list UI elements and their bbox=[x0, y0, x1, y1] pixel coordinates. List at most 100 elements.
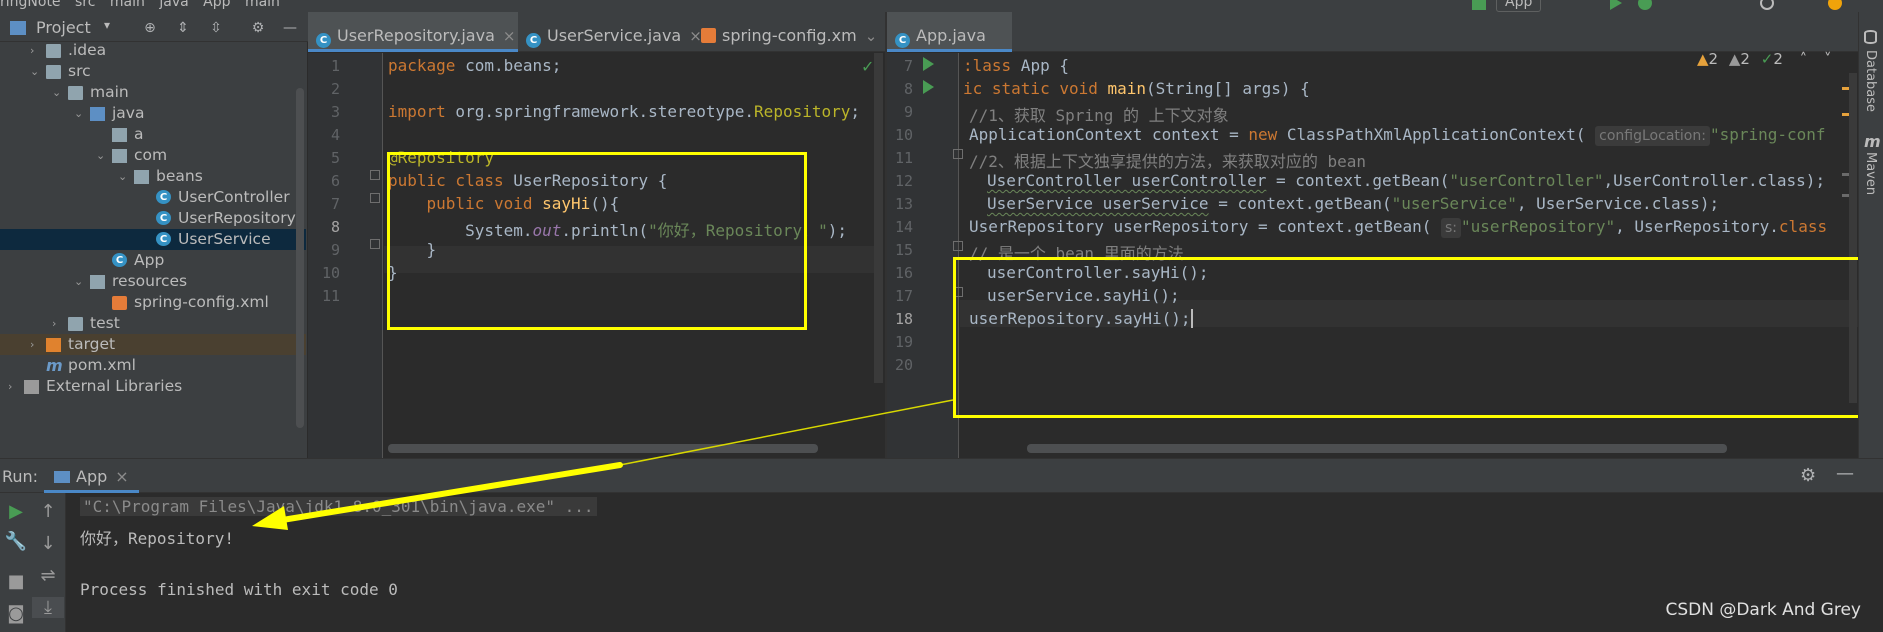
tree-item[interactable]: › test bbox=[0, 313, 306, 334]
chevron-down-icon[interactable]: ▾ bbox=[104, 18, 110, 32]
run-tab-label: App bbox=[76, 467, 108, 486]
chevron-down-icon[interactable]: ⌄ bbox=[74, 103, 83, 124]
tree-item[interactable]: ⌄ resources bbox=[0, 271, 306, 292]
class-icon: C bbox=[526, 33, 541, 48]
tree-item[interactable]: C UserController bbox=[0, 187, 306, 208]
horizontal-scrollbar[interactable] bbox=[388, 444, 818, 453]
tree-item-label: src bbox=[68, 62, 91, 80]
run-toolbar: ▶ 🔧 ■ ◙ bbox=[0, 493, 32, 632]
tree-item[interactable]: › target bbox=[0, 334, 306, 355]
chevron-down-icon[interactable]: ⌄ bbox=[30, 61, 39, 82]
debug-icon[interactable] bbox=[1638, 0, 1652, 10]
code-line: import org.springframework.stereotype.Re… bbox=[388, 102, 861, 121]
tree-item[interactable]: ⌄ beans bbox=[0, 166, 306, 187]
vertical-scrollbar[interactable] bbox=[874, 53, 883, 383]
search-icon[interactable] bbox=[1760, 0, 1774, 10]
close-icon[interactable]: × bbox=[503, 27, 516, 45]
breadcrumb-item[interactable]: main bbox=[245, 0, 280, 10]
fold-icon[interactable] bbox=[370, 193, 380, 203]
chevron-right-icon[interactable]: › bbox=[30, 40, 34, 61]
locate-icon[interactable]: ⊕ bbox=[142, 20, 158, 36]
fold-icon[interactable] bbox=[370, 170, 380, 180]
breadcrumb-item[interactable]: App bbox=[203, 0, 230, 10]
watermark: CSDN @Dark And Grey bbox=[1665, 600, 1861, 620]
tree-item[interactable]: a bbox=[0, 124, 306, 145]
chevron-right-icon[interactable]: › bbox=[52, 313, 56, 334]
maven-tool-button[interactable]: Maven bbox=[1863, 152, 1878, 195]
chevron-down-icon[interactable]: ˅ bbox=[1824, 50, 1832, 68]
line-number: 20 bbox=[894, 356, 913, 374]
tab-app[interactable]: C App.java bbox=[887, 12, 1012, 52]
stop-icon[interactable]: ■ bbox=[0, 571, 32, 592]
hide-icon[interactable]: — bbox=[282, 20, 298, 36]
tree-item[interactable]: › .idea bbox=[0, 40, 306, 61]
inspection-widget[interactable]: ▲2 ▲2 ✓2 ˄ ˅ bbox=[1697, 50, 1831, 68]
wrench-icon[interactable]: 🔧 bbox=[0, 531, 32, 552]
chevron-right-icon[interactable]: › bbox=[8, 376, 12, 397]
soft-wrap-icon[interactable]: ⇌ bbox=[32, 565, 64, 586]
fold-icon[interactable] bbox=[370, 239, 380, 249]
expand-all-icon[interactable]: ⇕ bbox=[175, 20, 191, 36]
arrow-down-icon[interactable]: ↓ bbox=[32, 533, 64, 554]
arrow-up-icon[interactable]: ↑ bbox=[32, 501, 64, 522]
tree-item[interactable]: spring-config.xml bbox=[0, 292, 306, 313]
update-icon[interactable] bbox=[1828, 0, 1842, 10]
code-line: ApplicationContext context = new ClassPa… bbox=[969, 125, 1826, 146]
database-tool-button[interactable]: Database bbox=[1863, 50, 1878, 112]
tree-item[interactable]: › External Libraries bbox=[0, 376, 306, 397]
tree-item[interactable]: C App bbox=[0, 250, 306, 271]
run-tab-app[interactable]: App × bbox=[44, 459, 139, 493]
fold-icon[interactable] bbox=[953, 149, 963, 159]
chevron-down-icon[interactable]: ⌄ bbox=[865, 27, 878, 45]
rerun-icon[interactable]: ▶ bbox=[0, 501, 32, 522]
hide-icon[interactable]: — bbox=[1836, 463, 1854, 484]
breadcrumb-item[interactable]: src bbox=[75, 0, 95, 10]
breadcrumb-item[interactable]: ringNote bbox=[0, 0, 61, 10]
chevron-down-icon[interactable]: ⌄ bbox=[74, 271, 83, 292]
tree-item[interactable]: C UserRepository bbox=[0, 208, 306, 229]
horizontal-scrollbar[interactable] bbox=[1027, 444, 1727, 453]
run-gutter-icon[interactable] bbox=[923, 80, 934, 94]
editor-right[interactable]: :lass App { ic static void main(String[]… bbox=[887, 50, 1883, 458]
build-icon[interactable] bbox=[1472, 0, 1486, 10]
chevron-up-icon[interactable]: ˄ bbox=[1800, 50, 1808, 68]
run-gutter-icon[interactable] bbox=[923, 57, 934, 71]
camera-icon[interactable]: ◙ bbox=[0, 603, 32, 624]
tree-item[interactable]: m pom.xml bbox=[0, 355, 306, 376]
tree-item[interactable]: ⌄ main bbox=[0, 82, 306, 103]
line-number: 11 bbox=[321, 287, 340, 305]
tab-user-service[interactable]: C UserService.java × bbox=[518, 12, 702, 52]
tree-item[interactable]: ⌄ com bbox=[0, 145, 306, 166]
run-console[interactable]: ▶ 🔧 ■ ◙ ↑ ↓ ⇌ ⤓ "C:\Program Files\Java\j… bbox=[0, 493, 1883, 632]
tree-item[interactable]: ⌄ src bbox=[0, 61, 306, 82]
chevron-down-icon[interactable]: ⌄ bbox=[96, 145, 105, 166]
tab-user-repository[interactable]: C UserRepository.java × bbox=[308, 12, 518, 52]
xml-icon bbox=[701, 28, 716, 43]
editor-tabs-right: C App.java bbox=[887, 12, 1883, 52]
fold-icon[interactable] bbox=[953, 241, 963, 251]
run-configuration-select[interactable]: App bbox=[1496, 0, 1542, 12]
tab-spring-config[interactable]: spring-config.xm ⌄ bbox=[693, 12, 885, 52]
chevron-down-icon[interactable]: ⌄ bbox=[118, 166, 127, 187]
project-scrollbar[interactable] bbox=[296, 88, 304, 428]
run-icon[interactable] bbox=[1610, 0, 1622, 10]
tree-item[interactable]: C UserService bbox=[0, 229, 306, 250]
line-number: 12 bbox=[894, 172, 913, 190]
breadcrumb-item[interactable]: java bbox=[159, 0, 188, 10]
tree-item-label: UserRepository bbox=[178, 209, 296, 227]
chevron-down-icon[interactable]: ⌄ bbox=[52, 82, 61, 103]
gear-icon[interactable]: ⚙ bbox=[250, 20, 266, 36]
line-number: 18 bbox=[894, 310, 913, 328]
tree-item[interactable]: ⌄ java bbox=[0, 103, 306, 124]
editor-left[interactable]: package com.beans; import org.springfram… bbox=[308, 53, 885, 458]
scroll-to-end-icon[interactable]: ⤓ bbox=[32, 597, 64, 618]
project-panel-title[interactable]: Project bbox=[36, 18, 91, 37]
close-icon[interactable]: × bbox=[115, 467, 128, 486]
tree-item-label: UserController bbox=[178, 188, 290, 206]
breadcrumb-item[interactable]: main bbox=[110, 0, 145, 10]
line-number: 9 bbox=[903, 103, 913, 121]
gear-icon[interactable]: ⚙ bbox=[1800, 465, 1816, 486]
chevron-right-icon[interactable]: › bbox=[30, 334, 34, 355]
collapse-all-icon[interactable]: ⇳ bbox=[208, 20, 224, 36]
code-line: :lass App { bbox=[963, 56, 1069, 75]
